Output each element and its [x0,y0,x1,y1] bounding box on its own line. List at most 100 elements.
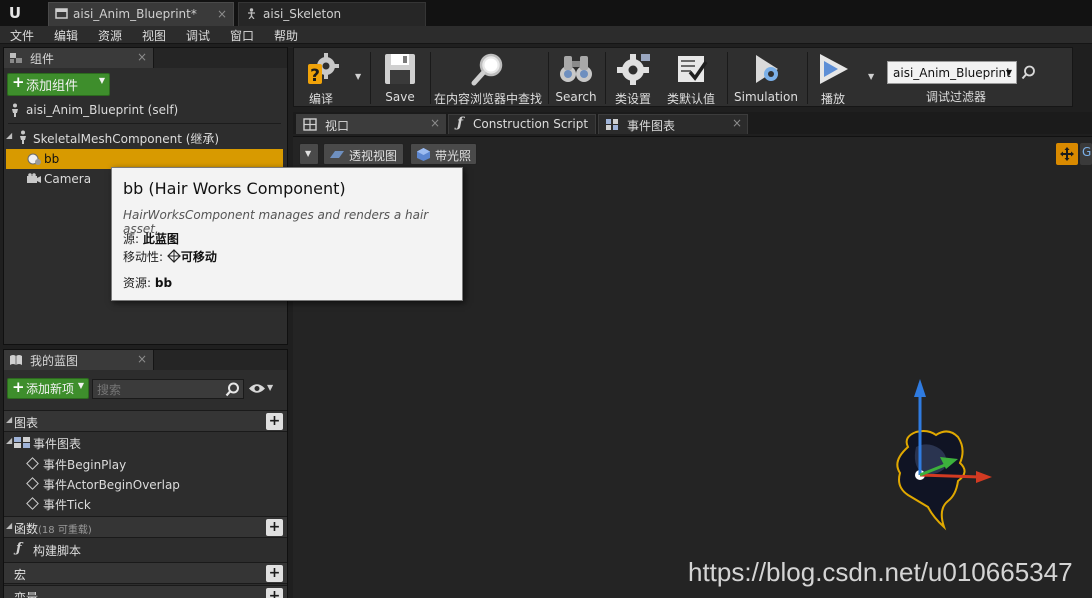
add-graph-button[interactable]: + [266,413,283,430]
class-settings-label: 类设置 [614,92,651,106]
section-functions[interactable]: ◢ 函数(18 可重载) + [4,516,287,538]
debug-filter-select[interactable]: aisi_Anim_Blueprint ▼ [887,61,1017,84]
menu-debug[interactable]: 调试 [186,27,210,44]
class-settings-gear-icon [617,54,650,85]
viewport-options-button[interactable]: ▼ [299,143,319,165]
eye-icon[interactable] [248,382,266,395]
section-graphs-label: 图表 [14,416,39,430]
component-bb[interactable]: bb [6,149,283,169]
my-blueprint-tab[interactable]: 我的蓝图 × [4,350,154,370]
search-button[interactable]: Search [552,48,600,106]
toolbar-divider [727,52,728,104]
document-tab-label: aisi_Skeleton [263,7,342,21]
close-icon[interactable]: × [217,3,227,25]
functions-count: (18 可重载) [38,525,92,536]
construction-script-item[interactable]: ƒ 构建脚本 [4,540,287,560]
skeletal-mesh-icon [20,130,26,144]
find-in-content-browser-button[interactable]: 在内容浏览器中查找 [431,48,545,106]
section-functions-label: 函数(18 可重载) [14,520,92,537]
tab-event-graph[interactable]: 事件图表 × [598,114,748,134]
event-diamond-icon [26,497,39,510]
tab-viewport-label: 视口 [325,119,350,133]
tooltip-mobility: 移动性: 可移动 [123,248,217,265]
event-diamond-icon [26,477,39,490]
section-macros[interactable]: 宏 + [4,562,287,584]
collapse-arrow-icon: ◢ [6,521,13,530]
close-icon[interactable]: × [430,116,440,130]
add-macro-button[interactable]: + [266,565,283,582]
transform-mode-button[interactable] [1056,143,1078,165]
unreal-logo-icon: U [8,4,22,22]
gizmo-x-axis[interactable] [919,473,981,479]
search-icon[interactable] [1021,65,1036,80]
menu-file[interactable]: 文件 [10,27,34,44]
add-component-button[interactable]: + 添加组件 ▼ [7,73,110,96]
tooltip-asset: 资源: bb [123,274,172,291]
section-graphs[interactable]: ◢ 图表 + [4,410,287,432]
chevron-down-icon[interactable]: ▼ [868,72,874,81]
compile-button[interactable]: ? 编译 [296,48,346,106]
class-defaults-label: 类默认值 [666,92,715,106]
menu-asset[interactable]: 资源 [98,27,122,44]
event-beginplay-item[interactable]: 事件BeginPlay [4,454,287,474]
tooltip-source: 源: 此蓝图 [123,230,179,247]
save-button[interactable]: Save [374,48,426,106]
close-icon[interactable]: × [137,50,147,64]
search-icon[interactable] [225,382,240,397]
toolbar-divider [605,52,606,104]
component-skeletal-mesh[interactable]: ◢ SkeletalMeshComponent (继承) [4,127,283,147]
editor-tab-bar: 视口 × ƒ Construction Script 事件图表 × [293,112,1092,134]
close-icon[interactable]: × [137,352,147,366]
rotate-mode-button[interactable]: G [1080,143,1092,165]
watermark: https://blog.csdn.net/u010665347 [688,557,1073,587]
class-defaults-button[interactable]: 类默认值 [663,48,719,106]
gizmo-x-arrow-icon [976,471,992,483]
section-variables[interactable]: 变量 + [4,585,287,598]
lit-sphere-icon [417,148,430,161]
debug-filter-value: aisi_Anim_Blueprint [893,66,1011,80]
tab-construction-script[interactable]: ƒ Construction Script [448,114,596,134]
hairworks-component-icon [27,153,41,165]
menu-window[interactable]: 窗口 [230,27,254,44]
blueprint-search-box[interactable] [92,379,244,399]
simulation-button[interactable]: Simulation [731,48,801,106]
components-tab[interactable]: 组件 × [4,48,154,68]
menu-help[interactable]: 帮助 [274,27,298,44]
plus-icon: + [12,378,25,396]
play-button[interactable]: 播放 [810,48,856,106]
close-icon[interactable]: × [732,116,742,130]
document-tab-skeleton[interactable]: aisi_Skeleton [238,2,426,26]
lit-mode-button[interactable]: 带光照 [410,143,477,165]
menu-edit[interactable]: 编辑 [54,27,78,44]
event-tick-item[interactable]: 事件Tick [4,494,287,514]
svg-text:?: ? [310,66,320,86]
component-self[interactable]: aisi_Anim_Blueprint (self) [4,100,283,120]
event-actorbeginoverlap-item[interactable]: 事件ActorBeginOverlap [4,474,287,494]
floppy-disk-icon [385,54,415,84]
camera-icon [27,173,41,183]
perspective-view-button[interactable]: 透视视图 [323,143,404,165]
chevron-down-icon[interactable]: ▼ [267,383,273,392]
tab-construction-script-label: Construction Script [473,117,589,131]
hair-mesh-object[interactable] [878,377,1008,537]
event-actorbeginoverlap-label: 事件ActorBeginOverlap [43,478,180,492]
play-label: 播放 [820,92,845,106]
skeleton-icon [248,8,255,19]
collapse-arrow-icon: ◢ [6,415,13,424]
event-graph-item[interactable]: ◢ 事件图表 [4,433,287,453]
my-blueprint-body: + 添加新项 ▼ ▼ ◢ 图表 + ◢ 事件图表 事件BeginPlay 事件A… [4,370,287,598]
add-variable-button[interactable]: + [266,588,283,598]
function-icon: ƒ [457,115,464,131]
class-settings-button[interactable]: 类设置 [609,48,657,106]
add-function-button[interactable]: + [266,519,283,536]
document-tab-anim-blueprint[interactable]: aisi_Anim_Blueprint* × [48,2,234,26]
tab-viewport[interactable]: 视口 × [296,114,446,134]
event-diamond-icon [26,457,39,470]
collapse-arrow-icon: ◢ [6,131,13,140]
menu-view[interactable]: 视图 [142,27,166,44]
viewport-icon [303,118,317,131]
add-new-button[interactable]: + 添加新项 ▼ [7,378,89,399]
blueprint-search-input[interactable] [97,382,217,397]
chevron-down-icon[interactable]: ▼ [355,72,361,81]
tooltip-source-label: 源: [123,232,140,246]
